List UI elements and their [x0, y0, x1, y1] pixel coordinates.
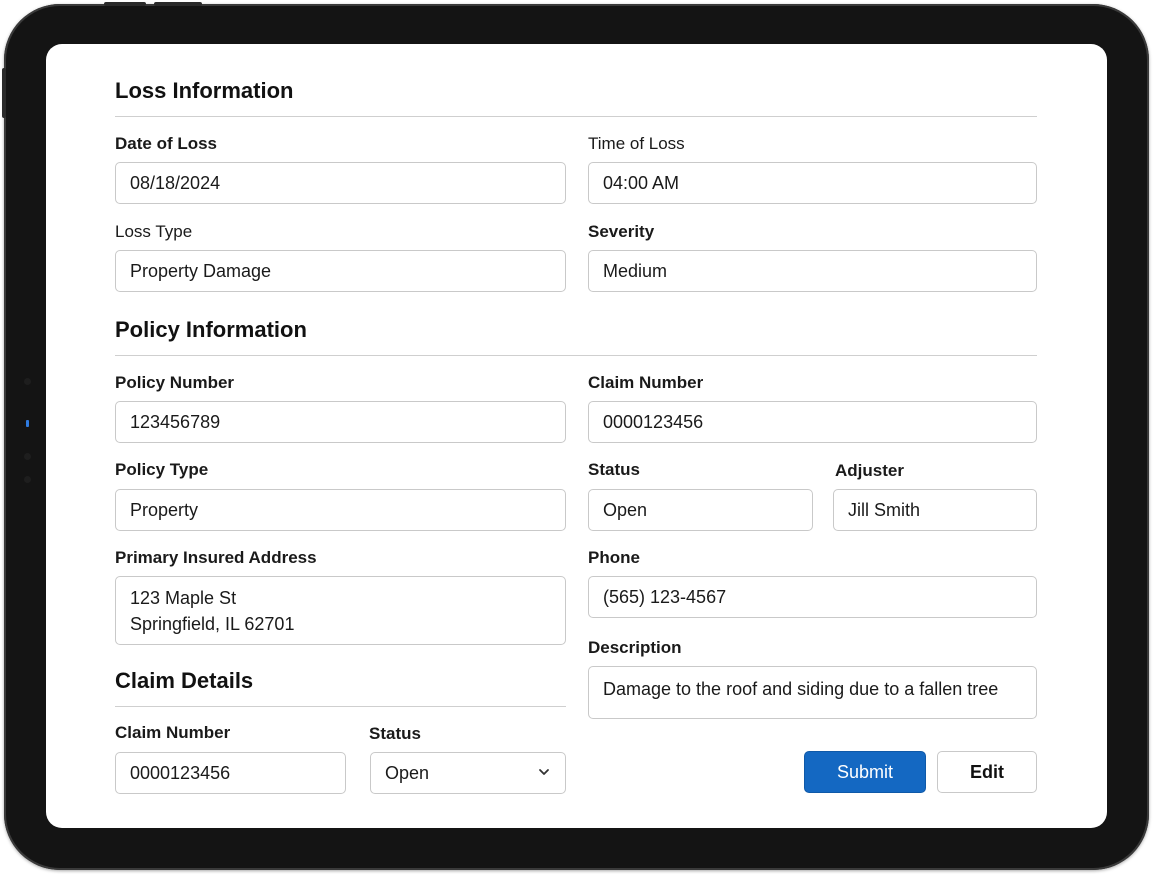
policy-information-divider [115, 355, 1037, 356]
loss-type-label: Loss Type [115, 222, 193, 241]
loss-type-field[interactable]: Property Damage [115, 250, 566, 292]
claim-details-divider [115, 706, 566, 707]
camera-dot-upper [24, 378, 31, 385]
primary-insured-address-field[interactable]: 123 Maple St Springfield, IL 62701 [115, 576, 566, 645]
status-label: Status [588, 460, 640, 479]
claim-details-claim-number-field[interactable]: 0000123456 [115, 752, 346, 794]
claim-details-claim-number-label: Claim Number [115, 723, 231, 742]
camera-dot-lower [24, 453, 31, 460]
date-of-loss-field[interactable]: 08/18/2024 [115, 162, 566, 204]
top-button-right [154, 2, 202, 6]
loss-information-title: Loss Information [115, 78, 294, 103]
policy-information-title: Policy Information [115, 317, 307, 342]
address-line-1: 123 Maple St [130, 587, 237, 608]
camera-dot-bottom [24, 476, 31, 483]
claim-details-status-select[interactable]: Open [370, 752, 566, 794]
policy-type-label: Policy Type [115, 460, 209, 479]
date-of-loss-label: Date of Loss [115, 134, 218, 153]
adjuster-field[interactable]: Jill Smith [833, 489, 1037, 531]
severity-label: Severity [588, 222, 655, 241]
chevron-down-icon[interactable] [537, 765, 551, 779]
time-of-loss-field[interactable]: 04:00 AM [588, 162, 1037, 204]
description-field[interactable]: Damage to the roof and siding due to a f… [588, 666, 1037, 719]
primary-insured-address-label: Primary Insured Address [115, 548, 317, 567]
phone-label: Phone [588, 548, 640, 567]
status-field[interactable]: Open [588, 489, 813, 531]
time-of-loss-label: Time of Loss [588, 134, 685, 153]
edit-button[interactable]: Edit [937, 751, 1037, 793]
claim-details-status-value: Open [385, 762, 430, 783]
adjuster-label: Adjuster [835, 461, 904, 480]
description-label: Description [588, 638, 682, 657]
front-camera-indicator [26, 420, 29, 427]
loss-information-divider [115, 116, 1037, 117]
screen: Loss Information Date of Loss 08/18/2024… [46, 44, 1107, 828]
address-line-2: Springfield, IL 62701 [130, 613, 295, 634]
top-button-left [104, 2, 146, 6]
severity-field[interactable]: Medium [588, 250, 1037, 292]
claim-number-field[interactable]: 0000123456 [588, 401, 1037, 443]
claim-details-title: Claim Details [115, 668, 254, 693]
policy-number-field[interactable]: 123456789 [115, 401, 566, 443]
claim-number-label: Claim Number [588, 373, 704, 392]
policy-number-label: Policy Number [115, 373, 235, 392]
submit-button[interactable]: Submit [804, 751, 926, 793]
claim-details-status-label: Status [369, 724, 421, 743]
policy-type-field[interactable]: Property [115, 489, 566, 531]
side-button [2, 68, 6, 118]
phone-field[interactable]: (565) 123-4567 [588, 576, 1037, 618]
